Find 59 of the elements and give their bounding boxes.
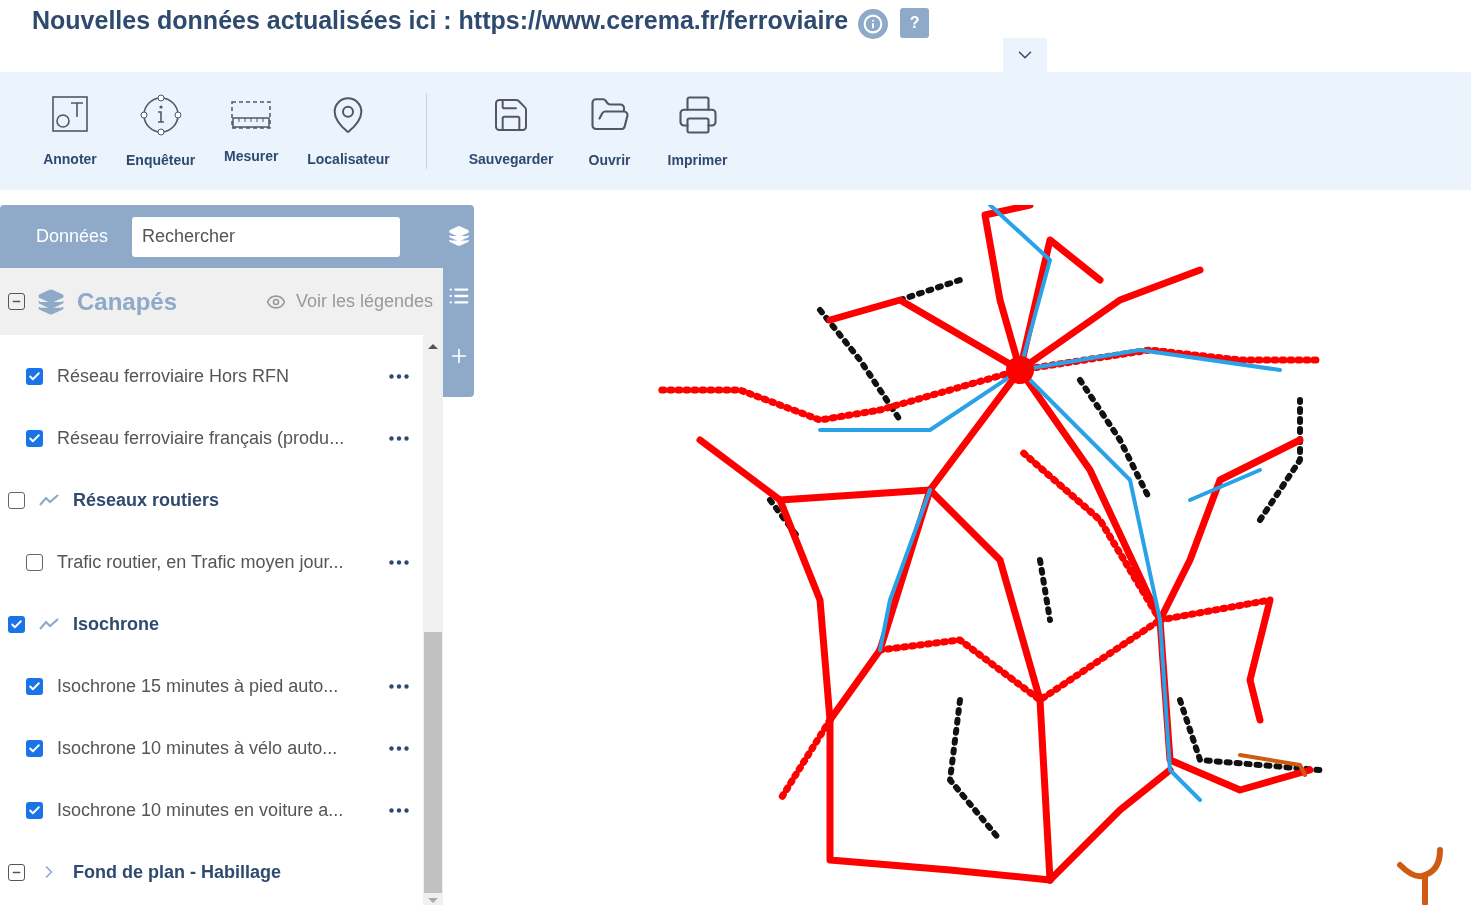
more-options-button[interactable]	[389, 559, 409, 565]
page-title: Nouvelles données actualisées ici : https://www.cerema.fr/ferroviaire	[32, 6, 849, 35]
layers-icon[interactable]	[447, 225, 470, 247]
trend-icon	[39, 494, 59, 506]
group-label: Isochrone	[73, 613, 160, 635]
toolbar-button[interactable]: Sauvegarder	[456, 95, 566, 167]
checkbox[interactable]	[8, 615, 25, 633]
info-button[interactable]	[858, 9, 889, 39]
info-icon	[863, 14, 884, 34]
more-options-button[interactable]	[389, 435, 409, 441]
checkbox[interactable]	[8, 491, 25, 509]
more-options-icon	[389, 745, 409, 751]
layer-label: Trafic routier, en Trafic moyen jour...	[57, 551, 344, 573]
toolbar-button[interactable]: Localisateur	[295, 95, 402, 167]
annotate-icon	[51, 95, 89, 135]
more-options-icon	[389, 435, 409, 441]
collapse-toggle[interactable]	[8, 293, 25, 310]
ruler-icon	[230, 98, 273, 132]
layer-label: Réseau ferroviaire Hors RFN	[57, 365, 290, 387]
group-label: Fond de plan - Habillage	[73, 861, 281, 883]
layers-icon	[37, 287, 65, 316]
checkbox[interactable]	[26, 677, 43, 695]
layer-label: Isochrone 10 minutes en voiture a...	[57, 799, 344, 821]
checkmark-icon	[10, 617, 23, 631]
layer-label: Isochrone 10 minutes à vélo auto...	[57, 737, 338, 759]
checkbox[interactable]	[26, 429, 43, 447]
checkmark-icon	[28, 369, 41, 383]
more-options-icon	[389, 559, 409, 565]
info-target-icon	[139, 94, 182, 136]
group-label: Réseaux routiers	[73, 489, 220, 511]
toolbar-button[interactable]: Imprimer	[653, 94, 742, 168]
checkmark-icon	[28, 679, 41, 693]
checkmark-icon	[28, 431, 41, 445]
search-field[interactable]: Rechercher	[132, 216, 401, 257]
checkbox[interactable]	[26, 553, 43, 571]
collapse-toggle[interactable]	[8, 863, 25, 881]
more-options-button[interactable]	[389, 807, 409, 813]
printer-icon	[676, 94, 719, 136]
more-options-button[interactable]	[389, 373, 409, 379]
more-options-icon	[389, 807, 409, 813]
checkbox[interactable]	[26, 801, 43, 819]
toolbar-button[interactable]: Enquêteur	[114, 94, 208, 168]
toolbar-button[interactable]: Mesurer	[207, 98, 296, 164]
more-options-button[interactable]	[389, 683, 409, 689]
list-icon[interactable]	[447, 285, 470, 307]
toolbar-button[interactable]: Annoter	[26, 95, 114, 167]
more-options-icon	[389, 683, 409, 689]
toolbar-button[interactable]: Ouvrir	[565, 94, 654, 168]
layer-label: Réseau ferroviaire français (produ...	[57, 427, 345, 449]
checkmark-icon	[28, 803, 41, 817]
trend-icon	[39, 618, 59, 630]
more-options-button[interactable]	[389, 745, 409, 751]
route-line-drawing	[1397, 847, 1443, 905]
checkmark-icon	[28, 741, 41, 755]
layer-label: Isochrone 15 minutes à pied auto...	[57, 675, 339, 697]
more-options-icon	[389, 373, 409, 379]
checkbox[interactable]	[26, 367, 43, 385]
checkbox[interactable]	[26, 739, 43, 757]
scrollbar[interactable]	[423, 335, 443, 905]
